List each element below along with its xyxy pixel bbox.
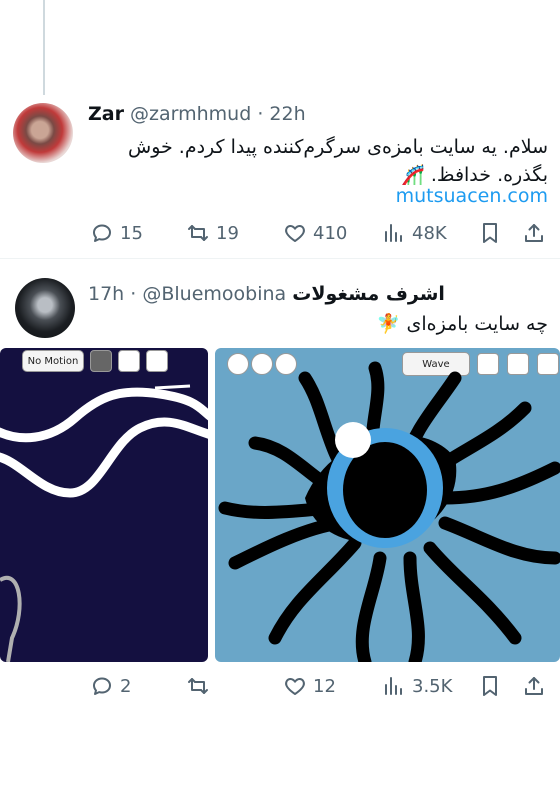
handle[interactable]: @Bluemoobina [142,283,286,305]
tweet-text: سلام. یه سایت بامزه‌ی سرگرم‌کننده پیدا ک… [128,136,548,186]
reply-icon [93,224,111,242]
avatar[interactable] [15,278,75,338]
avatar[interactable] [13,103,73,163]
views-chart-icon [385,677,402,695]
tweet-actions: 15 19 410 48K [0,221,560,251]
bookmark-icon [483,223,497,243]
view-count: 48K [412,222,447,244]
separator-dot: · [257,103,264,125]
view-count: 3.5K [412,675,453,697]
handle[interactable]: @zarmhmud [130,103,251,125]
repost-button[interactable] [186,674,216,698]
like-count: 12 [313,675,336,697]
bookmark-button[interactable] [478,221,502,245]
media-image-left[interactable]: No Motion [0,348,208,662]
tweet-header: 17h · @Bluemoobina اشرف مشغولات [88,283,445,305]
thread-line [43,0,45,95]
views-button[interactable]: 3.5K [382,674,452,698]
divider [0,258,560,259]
bookmark-button[interactable] [478,674,502,698]
tweet-link[interactable]: mutsuacen.com [396,185,548,207]
eye-drawing [218,361,560,662]
reply-button[interactable]: 2 [90,674,131,698]
repost-button[interactable]: 19 [186,221,239,245]
reply-icon [93,677,111,695]
timestamp[interactable]: 22h [269,103,305,125]
repost-icon [188,225,208,241]
views-button[interactable]: 48K [382,221,447,245]
bookmark-icon [483,676,497,696]
tweet-actions: 2 12 3.5K [0,674,560,704]
like-button[interactable]: 410 [283,221,347,245]
separator-dot: · [130,283,137,305]
reply-button[interactable]: 15 [90,221,143,245]
share-button[interactable] [522,674,546,698]
tweet-header: Zar @zarmhmud · 22h [88,103,306,125]
drawing-strokes [0,384,208,662]
share-button[interactable] [522,221,546,245]
repost-count: 19 [216,222,239,244]
share-icon [525,224,543,242]
heart-icon [285,225,305,242]
heart-icon [285,678,305,695]
share-icon [525,677,543,695]
display-name[interactable]: Zar [88,103,124,125]
reply-count: 15 [120,222,143,244]
like-count: 410 [313,222,348,244]
views-chart-icon [385,224,402,242]
reply-count: 2 [120,675,132,697]
media-image-right[interactable]: Wave [215,348,560,662]
timestamp[interactable]: 17h [88,283,124,305]
like-button[interactable]: 12 [283,674,336,698]
display-name[interactable]: اشرف مشغولات [292,283,445,305]
repost-icon [188,678,208,694]
tweet-text: چه سایت بامزه‌ای 🧚 [376,313,548,335]
